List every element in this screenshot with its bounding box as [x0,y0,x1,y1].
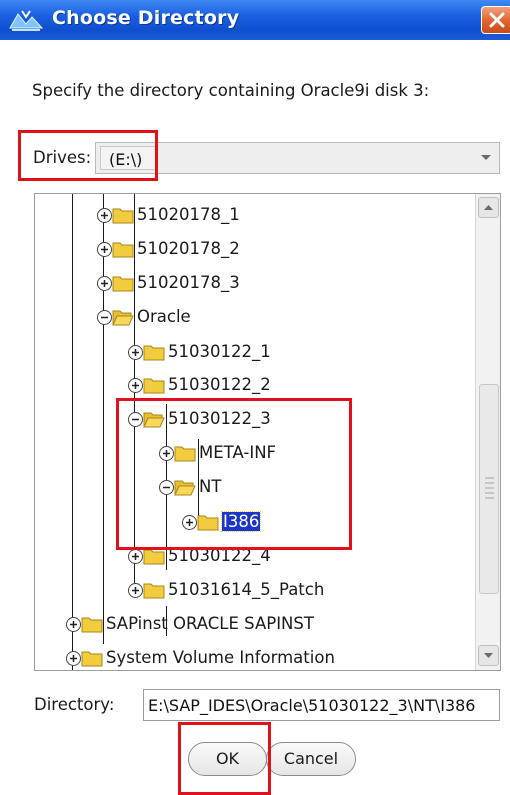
chevron-down-icon [484,653,493,658]
expand-plus-icon[interactable] [66,651,81,666]
tree-node[interactable]: 51030122_2 [128,373,368,399]
tree-node-label: SAPinst ORACLE SAPINST [106,614,314,633]
folder-icon [112,276,134,292]
instruction-text: Specify the directory containing Oracle9… [32,81,430,100]
folder-icon [143,583,165,599]
expand-plus-icon[interactable] [97,242,112,257]
tree-node-label: 51030122_1 [168,342,271,361]
folder-highlight-box [116,398,352,550]
close-button[interactable] [481,6,510,34]
choose-directory-dialog: Choose Directory Specify the directory c… [0,0,510,795]
tree-scrollbar[interactable] [475,194,500,670]
folder-icon [143,378,165,394]
cancel-button[interactable]: Cancel [266,742,356,776]
directory-input[interactable] [143,689,500,721]
close-icon [489,12,505,28]
scroll-thumb[interactable] [479,384,499,594]
tree-node-label: 51020178_3 [137,273,240,292]
open-folder-icon [112,310,134,326]
grip-line [485,482,494,484]
tree-node[interactable]: 51031614_5_Patch [128,578,388,604]
tree-node[interactable]: 51030122_1 [128,340,368,366]
window-title: Choose Directory [52,7,240,29]
tree-node-label: 51031614_5_Patch [168,580,325,599]
tree-node[interactable]: 51020178_3 [97,271,337,297]
ok-highlight-box [178,722,271,795]
expand-plus-icon[interactable] [66,617,81,632]
tree-node-label: 51020178_1 [137,205,240,224]
expand-plus-icon[interactable] [97,276,112,291]
expand-plus-icon[interactable] [128,549,143,564]
tree-node[interactable]: 51020178_1 [97,203,337,229]
tree-node[interactable]: SAPinst ORACLE SAPINST [66,612,426,638]
expand-plus-icon[interactable] [97,208,112,223]
grip-line [485,487,494,489]
tree-node[interactable]: Oracle [97,305,337,331]
drives-highlight-box [18,130,158,181]
chevron-down-icon[interactable] [480,154,492,162]
tree-node-label: 51020178_2 [137,239,240,258]
folder-icon [143,345,165,361]
folder-icon [112,208,134,224]
chevron-up-icon [484,205,493,210]
folder-icon [112,242,134,258]
grip-line [485,497,494,499]
collapse-minus-icon[interactable] [97,310,112,325]
grip-line [485,477,494,479]
directory-label: Directory: [34,695,115,714]
expand-plus-icon[interactable] [128,378,143,393]
tree-node[interactable]: 51020178_2 [97,237,337,263]
scroll-down-button[interactable] [478,645,499,666]
folder-icon [81,651,103,667]
tree-node-label: System Volume Information [106,648,335,667]
tree-node[interactable]: System Volume Information [66,646,426,670]
tree-node-label: Oracle [137,307,191,326]
tree-guide-line [72,194,73,670]
scroll-up-button[interactable] [478,197,499,218]
folder-icon [81,617,103,633]
expand-plus-icon[interactable] [128,345,143,360]
grip-line [485,492,494,494]
java-app-icon [9,10,44,31]
tree-node-label: 51030122_2 [168,375,271,394]
title-bar[interactable]: Choose Directory [0,0,510,40]
expand-plus-icon[interactable] [128,583,143,598]
